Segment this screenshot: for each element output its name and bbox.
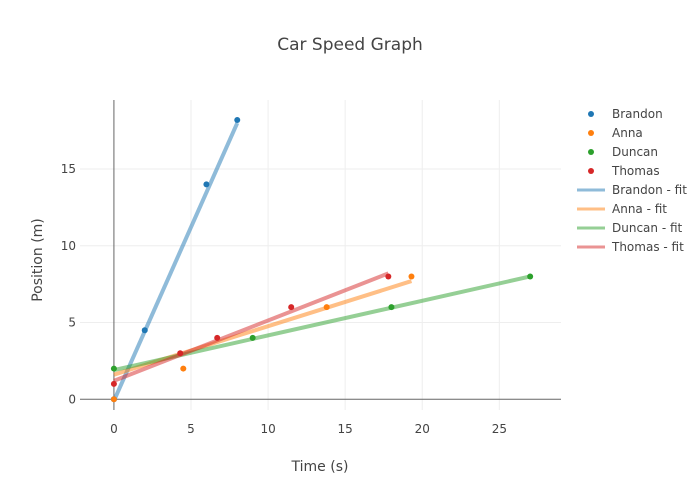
x-axis-label: Time (s) xyxy=(291,459,349,475)
x-tick-label: 0 xyxy=(110,422,118,436)
y-axis-label: Position (m) xyxy=(30,218,46,302)
legend-label: Brandon - fit xyxy=(612,183,687,197)
x-tick-label: 25 xyxy=(492,422,507,436)
legend-label: Anna xyxy=(612,126,643,140)
legend-label: Brandon xyxy=(612,107,663,121)
x-tick-label: 5 xyxy=(187,422,195,436)
point-duncan xyxy=(110,365,117,372)
chart: Car Speed Graph 0 5 10 15 20 25 0 5 10 15 Time (s… xyxy=(30,35,687,475)
legend-item-duncan-fit[interactable]: Duncan - fit xyxy=(577,221,683,235)
legend-item-thomas-fit[interactable]: Thomas - fit xyxy=(577,240,684,254)
point-thomas xyxy=(385,273,392,280)
point-duncan xyxy=(388,304,395,311)
legend-marker-duncan xyxy=(588,149,594,155)
legend-marker-thomas xyxy=(588,168,594,174)
point-thomas xyxy=(177,350,184,357)
legend-item-anna-fit[interactable]: Anna - fit xyxy=(577,202,667,216)
point-thomas xyxy=(288,304,295,311)
legend-marker-anna xyxy=(588,130,594,136)
legend: Brandon Anna Duncan Thomas Brandon - fit Anna… xyxy=(577,107,687,254)
x-tick-label: 15 xyxy=(338,422,353,436)
x-tick-label: 20 xyxy=(415,422,430,436)
point-brandon xyxy=(141,327,148,334)
legend-item-brandon-fit[interactable]: Brandon - fit xyxy=(577,183,687,197)
fit-line-thomas-fit xyxy=(113,271,390,383)
point-duncan xyxy=(249,334,256,341)
legend-label: Thomas xyxy=(611,164,660,178)
point-anna xyxy=(180,365,187,372)
legend-marker-brandon xyxy=(588,111,594,117)
y-tick-label: 15 xyxy=(61,162,76,176)
y-tick-label: 5 xyxy=(68,316,76,330)
point-brandon xyxy=(234,116,241,123)
legend-item-duncan[interactable]: Duncan xyxy=(588,145,658,159)
fit-line-brandon-fit xyxy=(112,122,240,402)
legend-item-brandon[interactable]: Brandon xyxy=(588,107,663,121)
legend-label: Duncan - fit xyxy=(612,221,683,235)
chart-title: Car Speed Graph xyxy=(277,35,423,55)
x-tick-label: 10 xyxy=(260,422,275,436)
point-anna xyxy=(408,273,415,280)
fit-lines xyxy=(112,122,531,402)
point-duncan xyxy=(527,273,534,280)
legend-label: Duncan xyxy=(612,145,658,159)
y-tick-label: 10 xyxy=(61,239,76,253)
legend-item-thomas[interactable]: Thomas xyxy=(588,164,660,178)
point-thomas xyxy=(110,380,117,387)
point-brandon xyxy=(203,181,210,188)
tick-labels: 0 5 10 15 20 25 0 5 10 15 xyxy=(61,162,507,436)
point-thomas xyxy=(214,334,221,341)
legend-label: Anna - fit xyxy=(612,202,667,216)
legend-item-anna[interactable]: Anna xyxy=(588,126,643,140)
legend-label: Thomas - fit xyxy=(611,240,684,254)
point-anna xyxy=(110,396,117,403)
point-anna xyxy=(323,304,330,311)
y-tick-label: 0 xyxy=(68,392,76,406)
data-points xyxy=(110,116,534,403)
